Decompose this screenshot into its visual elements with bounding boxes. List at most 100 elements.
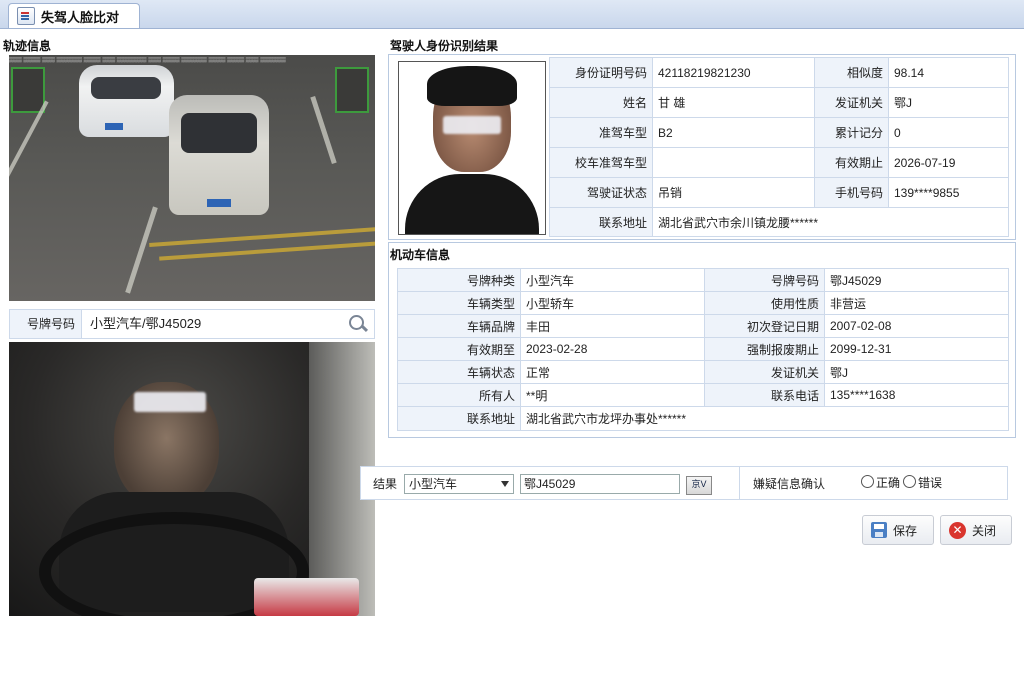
- identity-section-title: 驾驶人身份识别结果: [390, 39, 499, 53]
- vehicle-value: 2099-12-31: [824, 337, 1009, 361]
- result-label: 结果: [373, 477, 398, 491]
- save-button[interactable]: 保存: [862, 515, 934, 545]
- vehicle-label: 车辆品牌: [397, 314, 521, 338]
- tab-face-compare[interactable]: 失驾人脸比对: [8, 3, 140, 28]
- identity-value: 吊销: [652, 177, 815, 208]
- track-section-title: 轨迹信息: [3, 39, 52, 53]
- vehicle-value: 小型轿车: [520, 291, 705, 315]
- vehicle-label: 号牌种类: [397, 268, 521, 292]
- vehicle-row: 车辆状态 正常 发证机关 鄂J: [397, 360, 1009, 384]
- identity-value: 鄂J: [888, 87, 1009, 118]
- confirm-label: 嫌疑信息确认: [753, 477, 826, 491]
- identity-table: 身份证明号码 42118219821230 相似度 98.14 姓名甘 雄发证机关 鄂J 准…: [549, 57, 1009, 237]
- close-label: 关闭: [972, 523, 997, 538]
- plate-type-value: 小型汽车: [409, 477, 458, 491]
- privacy-blur: [134, 392, 206, 412]
- document-icon: [17, 7, 35, 25]
- identity-label: 发证机关: [814, 87, 889, 118]
- option-correct-label: 正确: [876, 476, 901, 490]
- vehicle-row: 车辆品牌 丰田 初次登记日期 2007-02-08: [397, 314, 1009, 338]
- identity-value: B2: [652, 117, 815, 148]
- save-label: 保存: [893, 523, 918, 538]
- option-correct[interactable]: 正确: [861, 474, 900, 491]
- vehicle-address-label: 联系地址: [397, 406, 521, 431]
- identity-value: 42118219821230: [652, 57, 815, 88]
- close-icon: ✕: [949, 521, 966, 539]
- identity-row: 校车准驾车型 有效期止 2026-07-19: [549, 147, 1009, 178]
- verify-button[interactable]: 京V: [686, 476, 712, 495]
- vehicle-label: 初次登记日期: [704, 314, 825, 338]
- option-wrong[interactable]: 错误: [903, 474, 942, 491]
- tab-label: 失驾人脸比对: [41, 9, 120, 25]
- identity-label: 有效期止: [814, 147, 889, 178]
- identity-label: 校车准驾车型: [549, 147, 653, 178]
- vehicle-value: 135****1638: [824, 383, 1009, 407]
- plate-label: 号牌号码: [10, 310, 82, 338]
- vehicle-label: 使用性质: [704, 291, 825, 315]
- identity-label: 准驾车型: [549, 117, 653, 148]
- vehicle-label: 强制报废期止: [704, 337, 825, 361]
- identity-row: 姓名甘 雄发证机关 鄂J: [549, 87, 1009, 118]
- vehicle-label: 所有人: [397, 383, 521, 407]
- lane-marking: [9, 100, 49, 200]
- plate-type-select[interactable]: 小型汽车: [404, 474, 514, 494]
- vehicle-label: 车辆状态: [397, 360, 521, 384]
- vehicle-value: 2023-02-28: [520, 337, 705, 361]
- vehicle-row: 有效期至 2023-02-28 强制报废期止 2099-12-31: [397, 337, 1009, 361]
- vehicle-section-title: 机动车信息: [390, 248, 451, 262]
- vehicle-value: 正常: [520, 360, 705, 384]
- vehicle-row: 所有人 **明 联系电话 135****1638: [397, 383, 1009, 407]
- vehicle-value: 丰田: [520, 314, 705, 338]
- vehicle-label: 有效期至: [397, 337, 521, 361]
- plate-value: 小型汽车/鄂J45029: [90, 316, 202, 331]
- chevron-down-icon: [501, 481, 509, 487]
- road-capture-photo[interactable]: ▒▒▒ ▒▒▒▒ ▒▒▒ ▒▒▒▒▒▒ ▒▒▒▒ ▒▒▒ ▒▒▒▒▒▒▒ ▒▒▒…: [9, 55, 375, 301]
- vehicle-value: **明: [520, 383, 705, 407]
- identity-address-value: 湖北省武穴市余川镇龙腰******: [652, 207, 1009, 237]
- radio-correct[interactable]: [861, 475, 874, 488]
- identity-value: 甘 雄: [652, 87, 815, 118]
- vehicle-address-value: 湖北省武穴市龙坪办事处******: [520, 406, 1009, 431]
- lane-marking: [125, 206, 158, 294]
- identity-label: 驾驶证状态: [549, 177, 653, 208]
- vehicle-label: 联系电话: [704, 383, 825, 407]
- vehicle-value: 小型汽车: [520, 268, 705, 292]
- identity-value: 98.14: [888, 57, 1009, 88]
- identity-value: 139****9855: [888, 177, 1009, 208]
- vehicle-label: 车辆类型: [397, 291, 521, 315]
- silver-car: [169, 95, 269, 215]
- driver-capture-photo[interactable]: [9, 342, 375, 616]
- identity-label: 累计记分: [814, 117, 889, 148]
- vehicle-value: 2007-02-08: [824, 314, 1009, 338]
- radio-wrong[interactable]: [903, 475, 916, 488]
- identity-label: 相似度: [814, 57, 889, 88]
- vehicle-label: 号牌号码: [704, 268, 825, 292]
- close-button[interactable]: ✕ 关闭: [940, 515, 1012, 545]
- identity-address-label: 联系地址: [549, 207, 653, 237]
- capture-caption-strip: ▒▒▒ ▒▒▒▒ ▒▒▒ ▒▒▒▒▒▒ ▒▒▒▒ ▒▒▒ ▒▒▒▒▒▒▒ ▒▒▒…: [9, 57, 286, 63]
- white-car: [79, 65, 174, 137]
- yellow-line: [159, 241, 375, 261]
- identity-value: 2026-07-19: [888, 147, 1009, 178]
- identity-value: [652, 147, 815, 178]
- vehicle-label: 发证机关: [704, 360, 825, 384]
- option-wrong-label: 错误: [918, 476, 943, 490]
- search-icon[interactable]: [348, 314, 369, 334]
- identity-row: 身份证明号码 42118219821230 相似度 98.14: [549, 57, 1009, 88]
- identity-label: 身份证明号码: [549, 57, 653, 88]
- track-plate-row: 号牌号码 小型汽车/鄂J45029: [9, 309, 375, 339]
- save-icon: [871, 522, 887, 538]
- vehicle-value: 鄂J: [824, 360, 1009, 384]
- vehicle-table: 号牌种类 小型汽车 号牌号码 鄂J45029 车辆类型 小型轿车 使用性质 非营运 车辆品牌 丰田…: [397, 268, 1009, 431]
- dashboard-object: [254, 578, 359, 616]
- identity-row: 准驾车型 B2 累计记分 0: [549, 117, 1009, 148]
- plate-number-input[interactable]: 鄂J45029: [520, 474, 680, 494]
- vehicle-row: 车辆类型 小型轿车 使用性质 非营运: [397, 291, 1009, 315]
- face-thumbnail-right: [335, 67, 369, 113]
- face-thumbnail-left: [11, 67, 45, 113]
- identity-value: 0: [888, 117, 1009, 148]
- vehicle-value: 非营运: [824, 291, 1009, 315]
- privacy-blur: [443, 116, 501, 134]
- lane-marking: [310, 95, 337, 165]
- vehicle-value: 鄂J45029: [824, 268, 1009, 292]
